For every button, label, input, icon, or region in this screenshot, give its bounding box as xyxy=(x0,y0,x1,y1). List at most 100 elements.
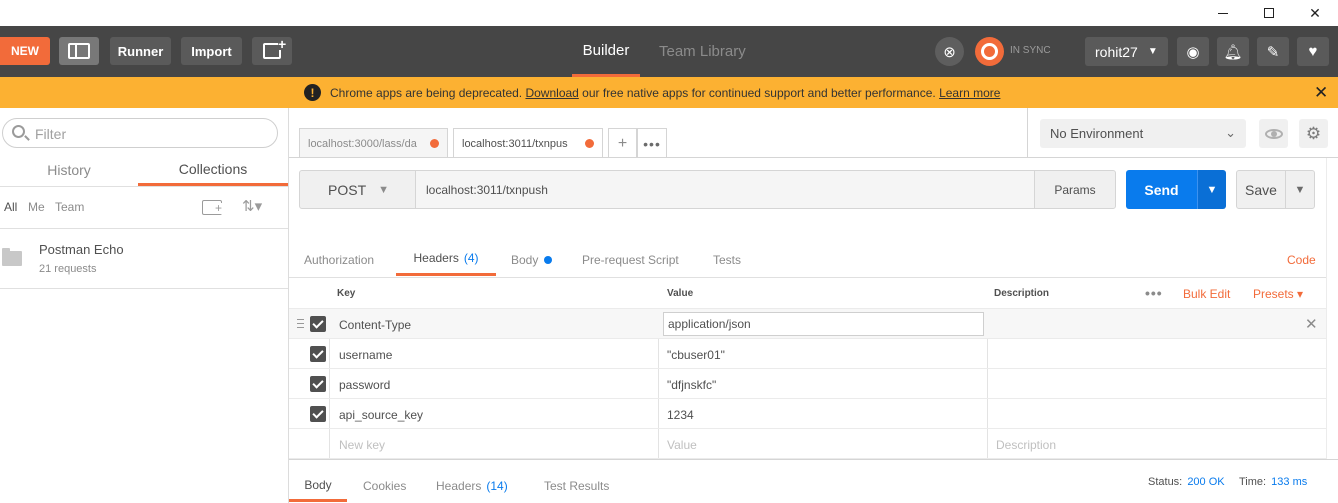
interceptor-icon[interactable]: ⊗ xyxy=(935,37,964,66)
new-value-input[interactable]: Value xyxy=(667,438,697,452)
new-window-icon: + xyxy=(263,37,287,59)
header-key[interactable]: api_source_key xyxy=(339,408,423,422)
deprecation-banner: ! Chrome apps are being deprecated. Down… xyxy=(0,77,1338,108)
eye-icon xyxy=(1264,128,1283,139)
bell-icon[interactable]: 🔔︎ xyxy=(1217,37,1249,66)
url-input[interactable]: localhost:3011/txnpush xyxy=(415,170,1035,209)
divider xyxy=(0,186,288,187)
filter-box xyxy=(2,118,278,148)
banner-message: Chrome apps are being deprecated. Downlo… xyxy=(330,86,1001,100)
filter-all[interactable]: All xyxy=(4,200,17,214)
body-indicator-icon xyxy=(544,255,553,264)
collection-item[interactable]: Postman Echo 21 requests xyxy=(0,229,288,289)
header-value[interactable]: "cbuser01" xyxy=(667,348,725,362)
send-dropdown-button[interactable]: ▼ xyxy=(1197,170,1226,209)
column-header-description: Description xyxy=(994,288,1050,299)
tab-response-cookies[interactable]: Cookies xyxy=(363,470,406,502)
table-row: Content-Type application/json ✕ xyxy=(289,309,1326,339)
heart-icon[interactable]: ♥ xyxy=(1297,37,1329,66)
environment-quick-look-button[interactable] xyxy=(1259,119,1288,148)
scrollbar[interactable] xyxy=(1326,158,1338,503)
header-key[interactable]: username xyxy=(339,348,392,362)
runner-button[interactable]: Runner xyxy=(110,37,171,65)
tab-tests[interactable]: Tests xyxy=(713,243,741,276)
tab-builder[interactable]: Builder xyxy=(572,26,640,77)
row-checkbox[interactable] xyxy=(310,316,326,332)
sync-status-label: IN SYNC xyxy=(1010,45,1051,56)
delete-row-icon[interactable]: ✕ xyxy=(1305,315,1318,333)
minimize-icon[interactable] xyxy=(1200,0,1246,26)
header-value[interactable]: 1234 xyxy=(667,408,694,422)
request-tab-active[interactable]: localhost:3011/txnpus xyxy=(453,128,603,158)
presets-dropdown[interactable]: Presets ▾ xyxy=(1253,287,1303,301)
tab-history[interactable]: History xyxy=(0,154,138,186)
table-row-new: New key Value Description xyxy=(289,429,1326,459)
tab-headers[interactable]: Headers (4) xyxy=(396,243,496,276)
header-key[interactable]: Content-Type xyxy=(339,318,411,332)
request-tab[interactable]: localhost:3000/lass/da xyxy=(299,128,448,158)
params-button[interactable]: Params xyxy=(1034,170,1116,209)
maximize-icon[interactable] xyxy=(1246,0,1292,26)
filter-me[interactable]: Me xyxy=(28,200,45,214)
unsaved-dot-icon xyxy=(430,139,439,148)
globe-icon[interactable]: ◉ xyxy=(1177,37,1209,66)
collection-name: Postman Echo xyxy=(39,242,124,257)
new-collection-icon[interactable]: + xyxy=(200,196,226,218)
tab-test-results[interactable]: Test Results xyxy=(544,470,609,502)
learn-more-link[interactable]: Learn more xyxy=(939,86,1000,100)
environment-select[interactable]: No Environment ⌄ xyxy=(1040,119,1246,148)
save-dropdown-button[interactable]: ▼ xyxy=(1285,170,1315,209)
tab-collections[interactable]: Collections xyxy=(138,154,288,186)
tab-body[interactable]: Body xyxy=(511,243,553,276)
new-description-input[interactable]: Description xyxy=(996,438,1056,452)
wrench-icon[interactable]: ✎ xyxy=(1257,37,1289,66)
new-window-button[interactable]: + xyxy=(252,37,292,65)
import-button[interactable]: Import xyxy=(181,37,242,65)
headers-count: (4) xyxy=(463,251,479,265)
tab-authorization[interactable]: Authorization xyxy=(304,243,374,276)
chevron-down-icon: ⌄ xyxy=(1225,125,1236,140)
header-key[interactable]: password xyxy=(339,378,390,392)
tab-pre-request-script[interactable]: Pre-request Script xyxy=(582,243,679,276)
row-checkbox[interactable] xyxy=(310,376,326,392)
tab-response-body[interactable]: Body xyxy=(289,470,347,502)
drag-handle-icon[interactable] xyxy=(297,319,304,328)
bulk-edit-link[interactable]: Bulk Edit xyxy=(1183,287,1230,301)
header-value[interactable]: "dfjnskfc" xyxy=(667,378,716,392)
row-checkbox[interactable] xyxy=(310,346,326,362)
sidebar: History Collections All Me Team + ⇅▾ Pos… xyxy=(0,108,289,503)
close-icon[interactable]: ✕ xyxy=(1292,0,1338,26)
sync-icon[interactable] xyxy=(975,37,1004,66)
response-headers-count: (14) xyxy=(486,479,508,493)
chevron-down-icon: ▼ xyxy=(1206,183,1218,196)
more-tabs-button[interactable]: ••• xyxy=(637,128,667,158)
sidebar-toggle-icon xyxy=(68,43,90,59)
code-link[interactable]: Code xyxy=(1287,253,1316,267)
response-time: Time: 133 ms xyxy=(1239,476,1308,488)
table-row: password "dfjnskfc" xyxy=(289,369,1326,399)
method-select[interactable]: POST ▼ xyxy=(299,170,416,209)
new-key-input[interactable]: New key xyxy=(339,438,385,452)
send-button[interactable]: Send xyxy=(1126,170,1197,209)
table-row: api_source_key 1234 xyxy=(289,399,1326,429)
filter-input[interactable] xyxy=(35,124,265,144)
app-header: NEW Runner Import + Builder Team Library… xyxy=(0,26,1338,77)
table-header-row: Key Value Description ••• Bulk Edit Pres… xyxy=(289,278,1326,309)
sort-icon[interactable]: ⇅▾ xyxy=(242,197,262,215)
new-button[interactable]: NEW xyxy=(0,37,50,65)
row-checkbox[interactable] xyxy=(310,406,326,422)
add-tab-button[interactable]: + xyxy=(608,128,637,158)
save-button[interactable]: Save xyxy=(1236,170,1286,209)
banner-close-icon[interactable]: ✕ xyxy=(1314,83,1328,103)
tab-team-library[interactable]: Team Library xyxy=(659,26,746,77)
filter-team[interactable]: Team xyxy=(55,200,84,214)
more-options-button[interactable]: ••• xyxy=(1145,285,1163,301)
header-value-input[interactable]: application/json xyxy=(663,312,984,336)
column-header-value: Value xyxy=(667,288,694,299)
download-link[interactable]: Download xyxy=(525,86,578,100)
sidebar-toggle-button[interactable] xyxy=(59,37,99,65)
tab-response-headers[interactable]: Headers (14) xyxy=(436,470,508,502)
gear-icon[interactable]: ⚙ xyxy=(1299,119,1328,148)
response-bar: Body Cookies Headers (14) Test Results St… xyxy=(289,459,1338,503)
user-menu-button[interactable]: rohit27 ▼ xyxy=(1085,37,1168,66)
